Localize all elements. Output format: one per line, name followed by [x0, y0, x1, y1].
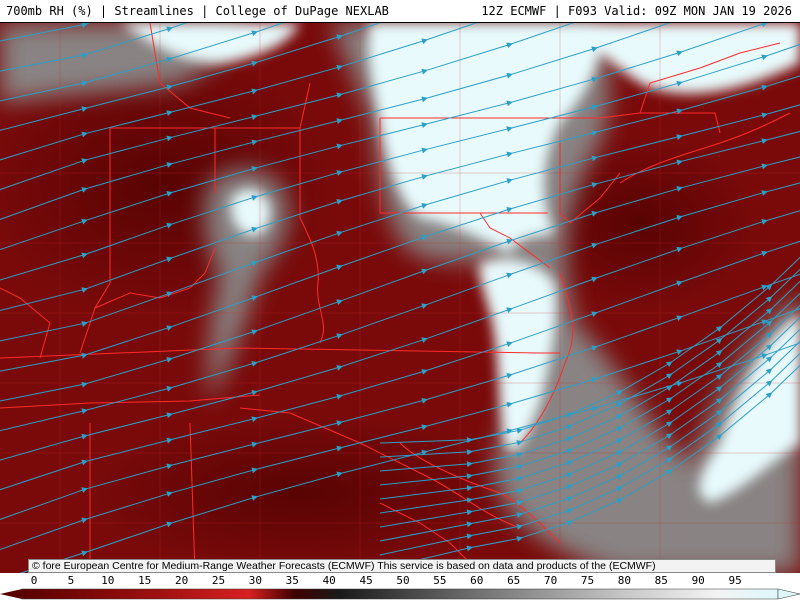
colorbar-left-arrow: [0, 589, 22, 599]
legend-tick-label: 35: [285, 574, 299, 587]
legend-tick-labels: 0 5 10 15 20 25 30 35 40 45 50 55 60 65 70 75 80 85 90 95: [0, 574, 800, 587]
legend-tick-label: 75: [580, 574, 595, 587]
legend-tick-label: 30: [248, 574, 263, 587]
colorbar-gradient: [21, 588, 779, 600]
legend-tick-label: 10: [101, 574, 115, 587]
map-viewer: 700mb RH (%) | Streamlines | College of …: [0, 0, 800, 600]
legend-tick-label: 80: [617, 574, 632, 587]
legend-tick-label: 65: [507, 574, 521, 587]
legend-tick-label: 15: [138, 574, 152, 587]
legend-tick-label: 45: [359, 574, 373, 587]
copyright-notice: © fore European Centre for Medium-Range …: [28, 559, 776, 573]
product-title: 700mb RH (%) | Streamlines | College of …: [6, 4, 389, 18]
legend-tick-label: 60: [470, 574, 484, 587]
very-dry-region: [80, 413, 520, 573]
legend-tick-label: 95: [728, 574, 742, 587]
legend-tick-label: 50: [396, 574, 410, 587]
legend-tick-label: 85: [654, 574, 668, 587]
legend-colorbar: [0, 588, 800, 600]
legend-tick-label: 0: [30, 574, 38, 587]
model-run-valid-time: 12Z ECMWF | F093 Valid: 09Z MON JAN 19 2…: [481, 4, 792, 18]
legend-tick-label: 5: [67, 574, 75, 587]
rh-color-legend: 0 5 10 15 20 25 30 35 40 45 50 55 60 65 70 75 80 85 90 95: [0, 573, 800, 600]
legend-tick-label: 25: [211, 574, 226, 587]
rh-streamline-map: [0, 23, 800, 573]
legend-tick-label: 90: [691, 574, 705, 587]
legend-tick-label: 20: [174, 574, 189, 587]
title-bar: 700mb RH (%) | Streamlines | College of …: [0, 0, 800, 23]
legend-tick-label: 55: [433, 574, 447, 587]
legend-tick-label: 70: [543, 574, 558, 587]
legend-tick-label: 40: [322, 574, 336, 587]
colorbar-right-arrow: [777, 588, 800, 600]
